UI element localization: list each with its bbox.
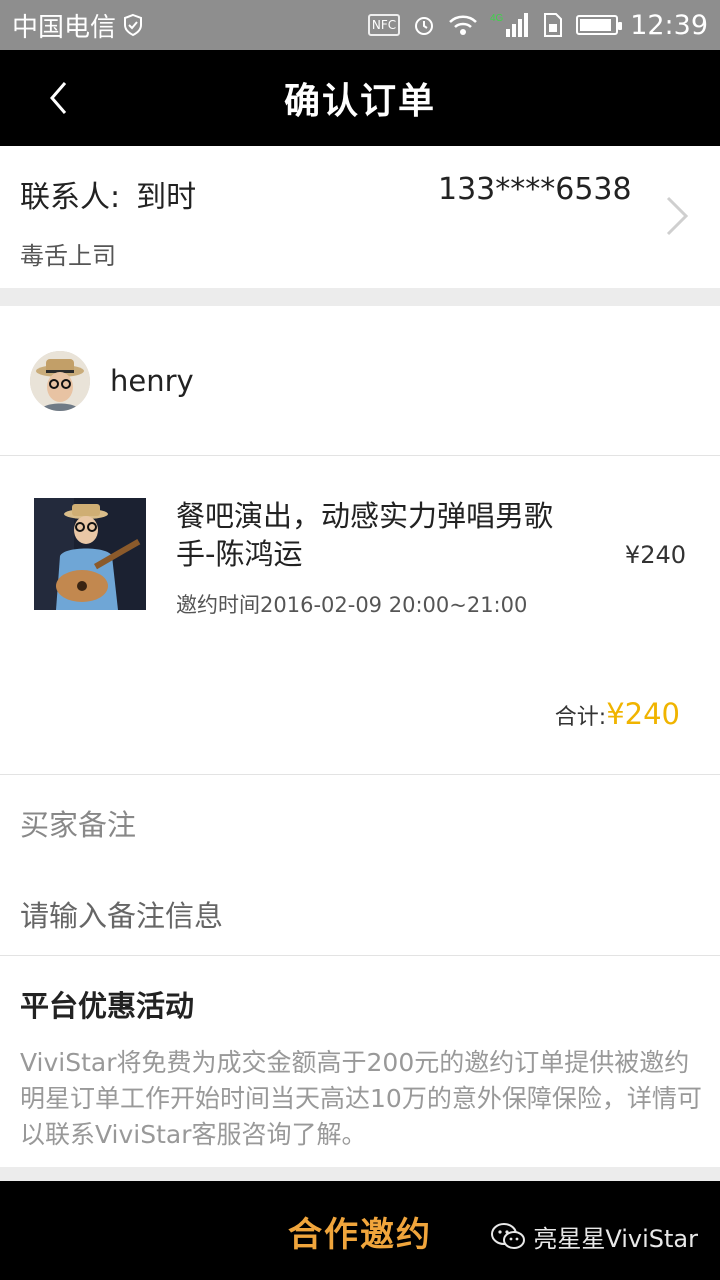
item-price: ¥240: [624, 541, 686, 569]
chevron-right-icon[interactable]: [664, 194, 692, 238]
shield-icon: [122, 13, 144, 37]
remarks-input[interactable]: [20, 892, 700, 940]
order-item[interactable]: 餐吧演出，动感实力弹唱男歌手-陈鸿运 邀约时间2016-02-09 20:00~…: [0, 457, 720, 775]
watermark: 亮星星ViviStar: [491, 1219, 698, 1254]
contact-phone: 133****6538: [438, 172, 632, 207]
chevron-left-icon: [50, 82, 67, 114]
promo-section: 平台优惠活动 ViviStar将免费为成交金额高于200元的邀约订单提供被邀约明…: [0, 957, 720, 1167]
contact-label: 联系人:: [20, 180, 121, 215]
promo-title: 平台优惠活动: [20, 989, 195, 1023]
nav-bar: 确认订单: [0, 50, 720, 146]
total-amount: ¥240: [606, 697, 680, 731]
signal-icon: 4G: [490, 11, 530, 39]
invite-button[interactable]: 合作邀约: [250, 1203, 470, 1259]
page-title: 确认订单: [283, 81, 436, 122]
bottom-bar: 合作邀约 亮星星ViviStar: [0, 1181, 720, 1280]
battery-level: [580, 19, 611, 31]
wifi-icon: [448, 13, 478, 37]
sim-icon: [542, 12, 564, 38]
item-time: 邀约时间2016-02-09 20:00~21:00: [176, 593, 528, 617]
alarm-icon: [412, 13, 436, 37]
status-bar: 中国电信 NFC 4G 12:39: [0, 0, 720, 50]
contact-org: 毒舌上司: [20, 242, 116, 270]
total-label: 合计:: [554, 705, 607, 730]
watermark-text: 亮星星ViviStar: [533, 1225, 698, 1253]
avatar[interactable]: [30, 351, 90, 411]
back-button[interactable]: [36, 70, 80, 126]
carrier-label: 中国电信: [12, 12, 117, 43]
section-divider: [0, 288, 720, 306]
item-thumbnail[interactable]: [34, 498, 146, 610]
seller-name: henry: [110, 364, 194, 398]
clock: 12:39: [630, 9, 708, 41]
section-divider: [0, 1167, 720, 1181]
status-right: NFC 4G 12:39: [367, 9, 708, 41]
contact-name: 到时: [136, 180, 197, 215]
svg-text:4G: 4G: [490, 13, 504, 24]
status-left: 中国电信: [12, 7, 144, 44]
nfc-icon: NFC: [367, 14, 401, 36]
contact-name-row: 联系人: 到时: [20, 172, 196, 216]
contact-section[interactable]: 联系人: 到时 133****6538 毒舌上司: [0, 146, 720, 288]
item-title: 餐吧演出，动感实力弹唱男歌手-陈鸿运: [176, 499, 554, 571]
order-total: 合计:¥240: [555, 697, 680, 731]
battery-icon: [576, 15, 623, 35]
remarks-label: 买家备注: [20, 808, 137, 842]
remarks-section: 买家备注: [0, 776, 720, 956]
seller-row[interactable]: henry: [0, 306, 720, 456]
wechat-icon: [491, 1222, 526, 1249]
promo-description: ViviStar将免费为成交金额高于200元的邀约订单提供被邀约明星订单工作开始…: [20, 1048, 702, 1149]
